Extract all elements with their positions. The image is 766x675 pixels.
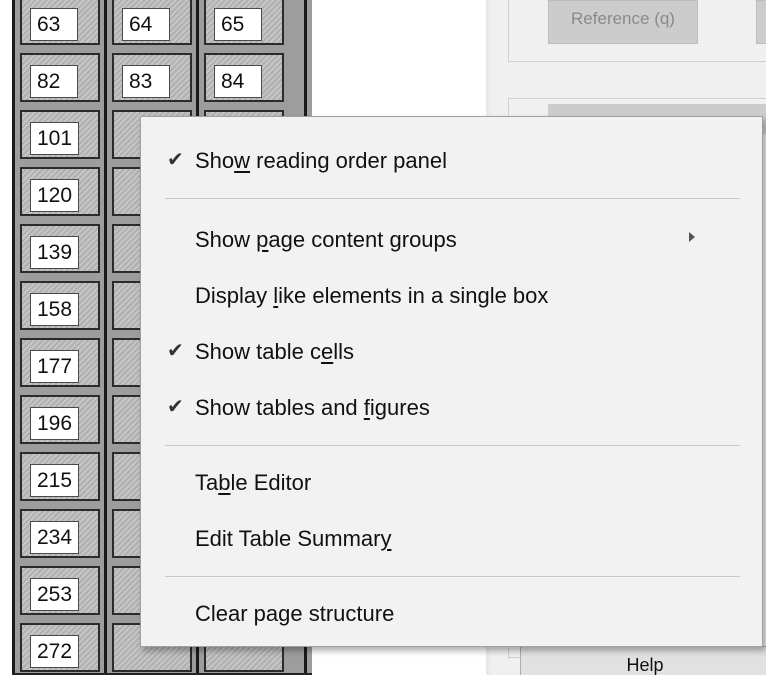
checkmark-icon: ✔ [167,340,184,362]
table-cell[interactable]: 215 [20,452,100,501]
cell-order-number: 120 [30,179,80,212]
menu-item-display-like-elements[interactable]: Display like elements in a single box [141,272,762,322]
cell-order-number: 253 [30,578,80,611]
menu-item-label: Table Editor [195,470,312,495]
menu-item-label: Show reading order panel [195,148,447,173]
menu-item-label: Show table cells [195,339,354,364]
table-cell[interactable]: 253 [20,566,100,615]
cell-order-number: 84 [214,65,262,98]
menu-separator [165,445,740,446]
checkmark-icon: ✔ [167,396,184,418]
checkmark-icon: ✔ [167,149,184,171]
menu-item-show-reading-order-panel[interactable]: ✔ Show reading order panel [141,137,762,187]
menu-item-label: Edit Table Summary [195,526,392,551]
menu-item-table-editor[interactable]: Table Editor [141,459,762,509]
cell-order-number: 272 [30,635,80,668]
cell-order-number: 63 [30,8,78,41]
table-cell[interactable]: 101 [20,110,100,159]
reference-button[interactable]: Reference (q) [548,0,698,44]
table-cell[interactable]: 83 [112,53,192,102]
cell-order-number: 158 [30,293,80,326]
cell-order-number: 83 [122,65,170,98]
cell-order-number: 64 [122,8,170,41]
menu-item-label: Clear page structure [195,601,395,626]
menu-item-label: Show tables and figures [195,395,430,420]
menu-item-clear-page-structure[interactable]: Clear page structure [141,590,762,640]
table-row: 82 83 84 [12,49,312,106]
menu-item-label: Show page content groups [195,227,457,252]
cell-order-number: 101 [30,122,80,155]
cell-order-number: 196 [30,407,80,440]
table-cell[interactable]: 139 [20,224,100,273]
table-cell[interactable]: 84 [204,53,284,102]
help-button[interactable]: Help [520,646,766,675]
table-cell[interactable]: 64 [112,0,192,45]
cell-order-number: 65 [214,8,262,41]
table-cell[interactable]: 63 [20,0,100,45]
menu-item-show-table-cells[interactable]: ✔ Show table cells [141,328,762,378]
table-cell[interactable]: 196 [20,395,100,444]
menu-item-label: Display like elements in a single box [195,283,549,308]
table-cell[interactable]: 65 [204,0,284,45]
menu-item-show-tables-and-figures[interactable]: ✔ Show tables and figures [141,384,762,434]
cell-order-number: 139 [30,236,80,269]
table-cell[interactable]: 177 [20,338,100,387]
next-pane-button[interactable] [756,0,766,44]
cell-order-number: 234 [30,521,80,554]
cell-order-number: 177 [30,350,80,383]
cell-order-number: 215 [30,464,80,497]
menu-item-edit-table-summary[interactable]: Edit Table Summary [141,515,762,565]
menu-item-show-page-content-groups[interactable]: Show page content groups [141,216,762,266]
table-cell[interactable]: 272 [20,623,100,672]
table-row: 63 64 65 [12,0,312,49]
menu-separator [165,198,740,199]
menu-separator [165,576,740,577]
context-menu: ✔ Show reading order panel Show page con… [140,116,763,647]
table-cell[interactable]: 120 [20,167,100,216]
table-cell[interactable]: 158 [20,281,100,330]
table-cell[interactable]: 82 [20,53,100,102]
table-cell[interactable]: 234 [20,509,100,558]
submenu-arrow-icon [689,232,695,242]
cell-order-number: 82 [30,65,78,98]
